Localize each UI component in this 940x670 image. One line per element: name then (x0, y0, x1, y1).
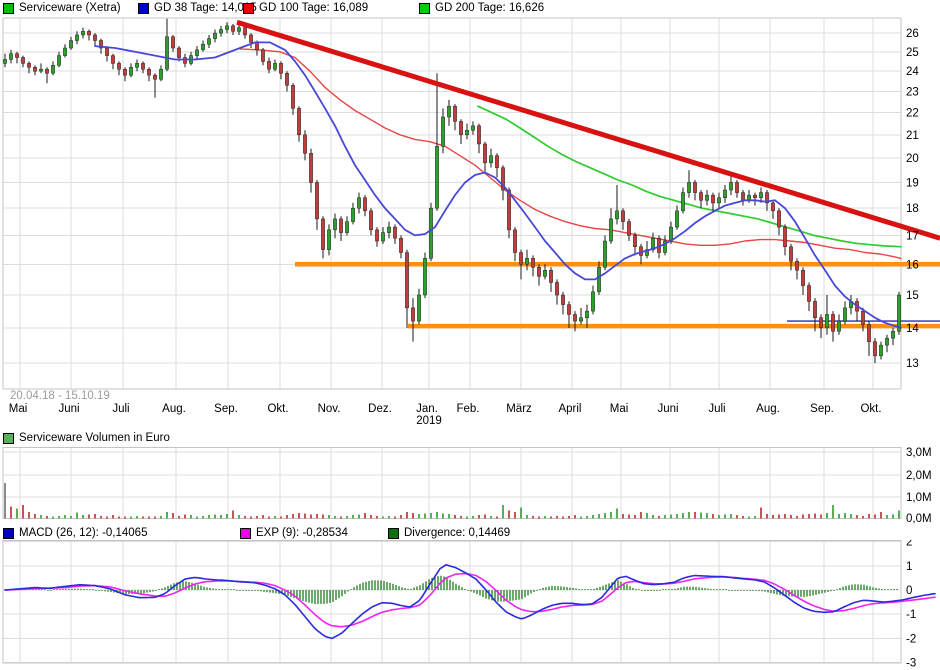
svg-text:1,0M: 1,0M (906, 492, 932, 504)
svg-text:Aug.: Aug. (756, 403, 780, 415)
legend-item-macd: MACD (26, 12): -0,14065 (3, 527, 147, 540)
divergence-swatch-icon (388, 528, 399, 539)
svg-text:Sep.: Sep. (810, 403, 834, 415)
macd-swatch-icon (3, 528, 14, 539)
exp-label: EXP (9): -0,28534 (256, 527, 348, 540)
gd38-swatch-icon (138, 3, 149, 14)
gd38-label: GD 38 Tage: 14,015 (154, 2, 257, 15)
svg-text:14: 14 (906, 323, 919, 335)
svg-text:24: 24 (906, 66, 919, 78)
svg-text:Juli: Juli (112, 403, 129, 415)
svg-text:23: 23 (906, 86, 919, 98)
svg-text:22: 22 (906, 108, 919, 120)
svg-text:Okt.: Okt. (267, 403, 288, 415)
instrument-label: Serviceware (Xetra) (19, 2, 121, 15)
exp-swatch-icon (240, 528, 251, 539)
svg-text:0: 0 (906, 585, 912, 597)
volume-chart: 3,0M 2,0M 1,0M 0,0M (0, 446, 940, 526)
legend-item-volume: Serviceware Volumen in Euro (3, 432, 170, 445)
legend-item-instrument: Serviceware (Xetra) (3, 2, 121, 15)
macd-chart: 2 1 0 -1 -2 -3 (0, 540, 940, 670)
svg-text:-1: -1 (906, 609, 916, 621)
svg-text:-3: -3 (906, 658, 916, 670)
gd100-swatch-icon (243, 3, 254, 14)
svg-text:Aug.: Aug. (162, 403, 186, 415)
svg-text:20.04.18 - 15.10.19: 20.04.18 - 15.10.19 (10, 390, 110, 402)
svg-text:26: 26 (906, 28, 919, 40)
gd200-swatch-icon (419, 3, 430, 14)
legend-item-exp: EXP (9): -0,28534 (240, 527, 348, 540)
stock-chart-page: Serviceware (Xetra) GD 38 Tage: 14,015 G… (0, 0, 940, 670)
svg-text:2: 2 (906, 540, 912, 549)
divergence-label: Divergence: 0,14469 (404, 527, 510, 540)
legend-item-gd100: GD 100 Tage: 16,089 (243, 2, 368, 15)
svg-text:2019: 2019 (416, 415, 442, 427)
svg-text:15: 15 (906, 290, 919, 302)
svg-text:-2: -2 (906, 633, 916, 645)
svg-text:25: 25 (906, 47, 919, 59)
svg-text:16: 16 (906, 259, 919, 271)
svg-text:Sep.: Sep. (214, 403, 238, 415)
svg-text:3,0M: 3,0M (906, 447, 932, 459)
svg-text:2,0M: 2,0M (906, 470, 932, 482)
svg-text:20: 20 (906, 153, 919, 165)
svg-text:17: 17 (906, 230, 919, 242)
svg-text:Mai: Mai (610, 403, 629, 415)
volume-legend: Serviceware Volumen in Euro (0, 432, 940, 446)
legend-item-divergence: Divergence: 0,14469 (388, 527, 510, 540)
gd100-label: GD 100 Tage: 16,089 (259, 2, 368, 15)
svg-text:Feb.: Feb. (456, 403, 479, 415)
svg-text:Dez.: Dez. (368, 403, 392, 415)
svg-text:1: 1 (906, 561, 912, 573)
main-chart-legend: Serviceware (Xetra) GD 38 Tage: 14,015 G… (0, 2, 940, 16)
main-price-chart: 262524232221201918171615141320.04.18 - 1… (0, 16, 940, 428)
svg-text:Juni: Juni (657, 403, 678, 415)
macd-label: MACD (26, 12): -0,14065 (19, 527, 147, 540)
svg-text:18: 18 (906, 203, 919, 215)
svg-text:13: 13 (906, 358, 919, 370)
gd200-label: GD 200 Tage: 16,626 (435, 2, 544, 15)
volume-swatch-icon (3, 433, 14, 444)
svg-text:März: März (506, 403, 532, 415)
svg-text:April: April (558, 403, 581, 415)
svg-text:Jan.: Jan. (416, 403, 438, 415)
svg-text:19: 19 (906, 177, 919, 189)
volume-label: Serviceware Volumen in Euro (19, 432, 170, 445)
svg-text:Nov.: Nov. (318, 403, 341, 415)
svg-text:Juli: Juli (708, 403, 725, 415)
svg-text:Mai: Mai (9, 403, 28, 415)
legend-item-gd200: GD 200 Tage: 16,626 (419, 2, 544, 15)
instrument-swatch-icon (3, 3, 14, 14)
svg-text:21: 21 (906, 130, 919, 142)
macd-legend: MACD (26, 12): -0,14065 EXP (9): -0,2853… (0, 527, 940, 541)
svg-text:Juni: Juni (58, 403, 79, 415)
svg-text:0,0M: 0,0M (906, 513, 932, 525)
legend-item-gd38: GD 38 Tage: 14,015 (138, 2, 257, 15)
svg-text:Okt.: Okt. (860, 403, 881, 415)
